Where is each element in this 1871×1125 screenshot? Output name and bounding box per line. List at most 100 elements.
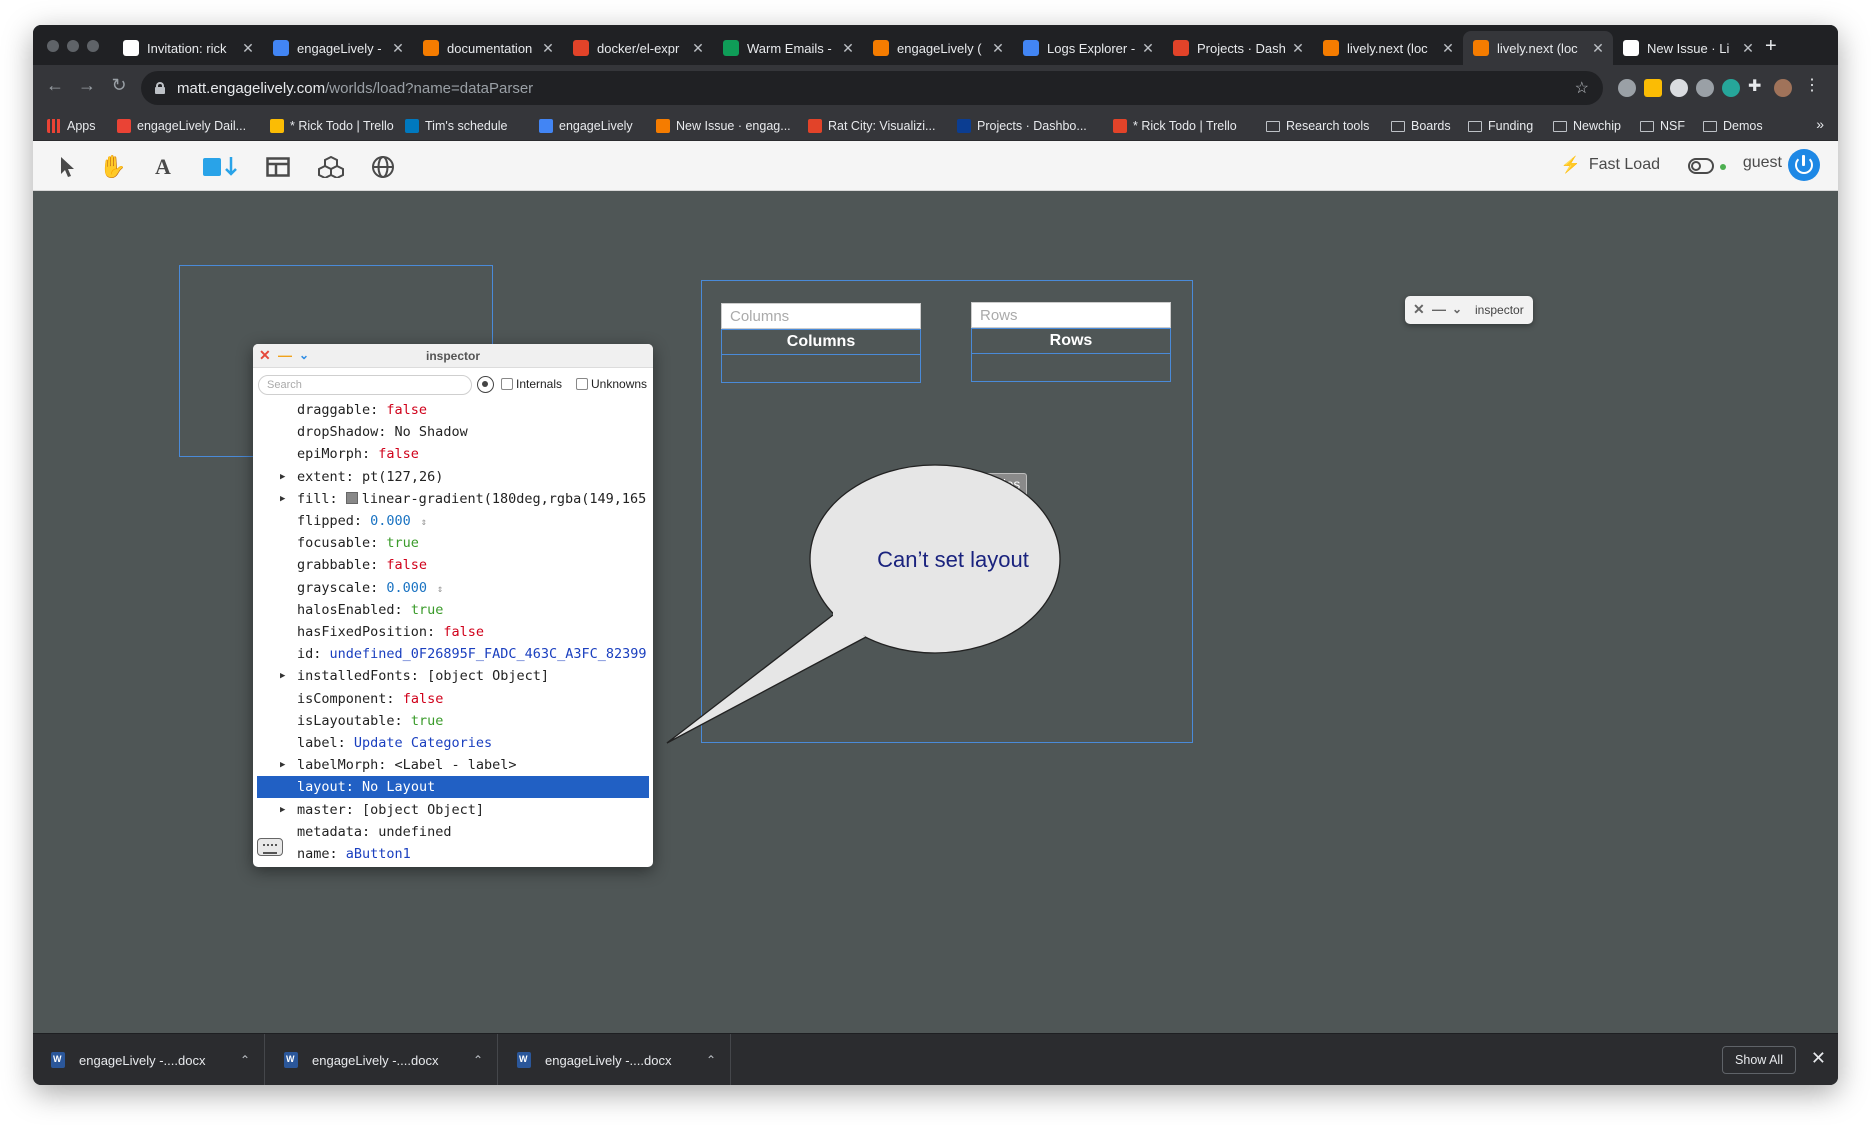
- color-swatch[interactable]: [345, 492, 358, 504]
- property-row[interactable]: halosEnabled: true: [257, 599, 649, 621]
- property-value[interactable]: false: [403, 691, 444, 707]
- tab-close-icon[interactable]: ✕: [839, 40, 857, 57]
- browser-tab[interactable]: New Issue · Li ✕: [1613, 31, 1763, 65]
- keyboard-icon[interactable]: [257, 838, 283, 856]
- reload-icon[interactable]: ↻: [107, 75, 131, 96]
- chevron-up-icon[interactable]: ⌃: [706, 1053, 730, 1067]
- browser-tab[interactable]: docker/el-expr ✕: [563, 31, 713, 65]
- property-row[interactable]: epiMorph: false: [257, 443, 649, 465]
- inspector-title-bar[interactable]: ✕ — ⌄ inspector: [253, 344, 653, 368]
- rows-input[interactable]: Rows: [971, 302, 1171, 328]
- components-tool-icon[interactable]: [317, 153, 345, 181]
- property-row[interactable]: flipped: 0.000 ⇕: [257, 510, 649, 532]
- tab-close-icon[interactable]: ✕: [389, 40, 407, 57]
- property-row[interactable]: grabbable: false: [257, 554, 649, 576]
- bookmark-item[interactable]: Projects · Dashbo...: [957, 117, 1087, 135]
- shape-tool-icon[interactable]: [201, 153, 241, 181]
- bookmark-star-icon[interactable]: ☆: [1575, 78, 1589, 98]
- browser-tab[interactable]: Warm Emails - ✕: [713, 31, 863, 65]
- fast-load-toggle[interactable]: [1688, 158, 1714, 174]
- text-tool-icon[interactable]: A: [149, 153, 177, 181]
- minimize-window-dot[interactable]: [67, 40, 79, 52]
- bookmark-item[interactable]: Tim's schedule: [405, 117, 508, 135]
- show-all-button[interactable]: Show All: [1722, 1046, 1796, 1074]
- layout-tool-icon[interactable]: [264, 153, 292, 181]
- property-value[interactable]: false: [386, 557, 427, 573]
- close-icon[interactable]: ✕: [1811, 1048, 1826, 1069]
- target-icon[interactable]: [477, 376, 494, 393]
- forward-arrow-icon[interactable]: →: [75, 75, 99, 96]
- user-name[interactable]: guest: [1743, 154, 1782, 172]
- close-window-dot[interactable]: [47, 40, 59, 52]
- world-canvas[interactable]: Columns Columns Rows Rows Update Categor…: [33, 191, 1838, 1033]
- expand-arrow-icon[interactable]: ▶: [280, 665, 285, 687]
- property-value[interactable]: linear-gradient(180deg,rgba(149,165: [362, 491, 646, 507]
- profile-avatar[interactable]: [1774, 79, 1792, 97]
- browser-tab[interactable]: engageLively - ✕: [263, 31, 413, 65]
- property-value[interactable]: [object Object]: [427, 668, 549, 684]
- bookmark-item[interactable]: * Rick Todo | Trello: [1113, 117, 1237, 135]
- tab-close-icon[interactable]: ✕: [1589, 40, 1607, 57]
- property-value[interactable]: 0.000: [370, 513, 411, 529]
- power-icon[interactable]: [1788, 149, 1820, 181]
- number-spinner-icon[interactable]: ⇕: [421, 517, 427, 528]
- property-row[interactable]: name: aButton1: [257, 843, 649, 865]
- bookmark-item[interactable]: engageLively: [539, 117, 633, 135]
- property-value[interactable]: true: [411, 602, 444, 618]
- property-row[interactable]: hasFixedPosition: false: [257, 621, 649, 643]
- extension-icon[interactable]: [1696, 79, 1714, 97]
- notes-extension-icon[interactable]: [1644, 79, 1662, 97]
- bookmark-item[interactable]: Rat City: Visualizi...: [808, 117, 935, 135]
- property-value[interactable]: false: [378, 446, 419, 462]
- puzzle-extensions-icon[interactable]: ✚: [1748, 76, 1766, 95]
- select-tool-icon[interactable]: [53, 153, 81, 181]
- property-row[interactable]: layout: No Layout: [257, 776, 649, 798]
- browser-tab[interactable]: documentation ✕: [413, 31, 563, 65]
- property-row[interactable]: ▶ labelMorph: <Label - label>: [257, 754, 649, 776]
- property-row[interactable]: focusable: true: [257, 532, 649, 554]
- chevron-down-icon[interactable]: ⌄: [1452, 302, 1462, 316]
- kebab-menu-icon[interactable]: ⋮: [1804, 75, 1822, 94]
- columns-input[interactable]: Columns: [721, 303, 921, 329]
- number-spinner-icon[interactable]: ⇕: [437, 584, 443, 595]
- property-row[interactable]: dropShadow: No Shadow: [257, 421, 649, 443]
- extension-icon[interactable]: [1670, 79, 1688, 97]
- browser-tab[interactable]: Invitation: rick ✕: [113, 31, 263, 65]
- tab-close-icon[interactable]: ✕: [1139, 40, 1157, 57]
- bookmark-folder[interactable]: Funding: [1468, 117, 1533, 135]
- browser-tab[interactable]: Projects · Dash ✕: [1163, 31, 1313, 65]
- update-categories-button[interactable]: Update Categories: [901, 473, 1027, 497]
- browser-tab[interactable]: Logs Explorer - ✕: [1013, 31, 1163, 65]
- expand-arrow-icon[interactable]: ▶: [280, 466, 285, 488]
- property-row[interactable]: label: Update Categories: [257, 732, 649, 754]
- property-row[interactable]: grayscale: 0.000 ⇕: [257, 577, 649, 599]
- inspector-property-tree[interactable]: draggable: false dropShadow: No Shadow epi…: [253, 401, 653, 867]
- unknowns-checkbox[interactable]: Unknowns: [576, 377, 647, 391]
- bookmarks-overflow-button[interactable]: »: [1816, 116, 1824, 132]
- expand-arrow-icon[interactable]: ▶: [280, 754, 285, 776]
- bookmark-folder[interactable]: Research tools: [1266, 117, 1369, 135]
- hand-tool-icon[interactable]: ✋: [99, 153, 127, 181]
- download-item[interactable]: engageLively -....docx ⌃: [266, 1034, 498, 1085]
- property-row[interactable]: draggable: false: [257, 401, 649, 421]
- tab-close-icon[interactable]: ✕: [1439, 40, 1457, 57]
- property-value[interactable]: false: [386, 402, 427, 418]
- property-row[interactable]: isComponent: false: [257, 688, 649, 710]
- tab-close-icon[interactable]: ✕: [539, 40, 557, 57]
- property-row[interactable]: ▶ fill: linear-gradient(180deg,rgba(149,1…: [257, 488, 649, 510]
- bookmark-item[interactable]: * Rick Todo | Trello: [270, 117, 394, 135]
- property-value[interactable]: aButton1: [346, 846, 411, 862]
- browser-tab[interactable]: lively.next (loc ✕: [1313, 31, 1463, 65]
- expand-arrow-icon[interactable]: ▶: [280, 799, 285, 821]
- property-value[interactable]: pt(127,26): [362, 469, 443, 485]
- bookmark-folder[interactable]: Boards: [1391, 117, 1451, 135]
- chevron-up-icon[interactable]: ⌃: [473, 1053, 497, 1067]
- browser-tab[interactable]: engageLively (✕: [863, 31, 1013, 65]
- property-value[interactable]: 0.000: [386, 580, 427, 596]
- property-row[interactable]: ▶ master: [object Object]: [257, 799, 649, 821]
- zoom-window-dot[interactable]: [87, 40, 99, 52]
- property-value[interactable]: <Label - label>: [395, 757, 517, 773]
- bookmark-item[interactable]: New Issue · engag...: [656, 117, 791, 135]
- property-value[interactable]: undefined_0F26895F_FADC_463C_A3FC_82399: [330, 646, 647, 662]
- property-row[interactable]: ▶ installedFonts: [object Object]: [257, 665, 649, 687]
